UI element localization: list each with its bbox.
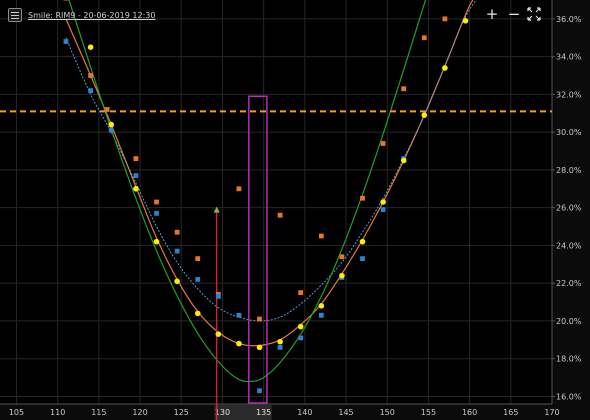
smile-chart-plot[interactable]: 105 110 115 120 125 130 135 140 145 150 155 160 165 1… [0,0,590,420]
data-point-circle [277,338,283,345]
x-tick-label: 160 [462,408,477,417]
y-tick-label: 32.0% [556,90,582,99]
data-point-square [380,141,386,146]
data-point-square [257,388,262,394]
data-point-square [88,73,94,78]
data-point-square [257,316,262,322]
data-point-circle [256,344,263,351]
data-point-square [318,233,324,239]
data-point-square [277,344,283,350]
data-point-square [236,186,242,192]
plus-icon[interactable]: + [484,6,500,22]
data-point-square [380,207,386,212]
y-tick-label: 34.0% [556,53,582,62]
minus-icon[interactable]: − [506,6,522,22]
y-tick-label: 30.0% [556,128,582,137]
data-point-square [236,312,242,318]
data-point-square [360,195,365,201]
x-tick-label: 155 [421,408,436,417]
y-tick-label: 24.0% [556,241,582,250]
data-point-circle [133,185,139,192]
y-tick-label: 22.0% [556,279,582,288]
fit-curve [65,0,477,322]
x-tick-label: 125 [174,408,189,417]
data-point-circle [108,121,115,128]
data-point-square [195,256,201,262]
x-tick-label: 120 [132,408,147,417]
fit-curves [65,0,477,383]
data-point-square [195,277,201,282]
data-point-circle [339,272,345,279]
data-point-square [133,173,139,178]
chart-title[interactable]: Smile: RIM9 - 20-06-2019 12:30 [28,11,155,20]
selection-box-rect [248,95,268,404]
data-point-square [298,290,304,296]
x-tick-label: 165 [503,408,518,417]
data-point-square [421,35,427,41]
data-point-circle [297,323,304,330]
data-point-square [88,88,94,94]
data-point-circle [380,199,386,205]
data-point-square [339,254,345,260]
y-tick-label: 20.0% [556,317,582,326]
data-point-square [154,199,159,205]
data-point-square [63,39,69,44]
y-tick-label: 16.0% [556,392,582,401]
data-point-square [401,86,407,92]
data-point-square [215,293,221,299]
expand-arrows-icon[interactable] [526,6,542,22]
chart-grid [0,0,553,404]
data-point-circle [215,331,222,337]
smile-chart-window: 105 110 115 120 125 130 135 140 145 150 155 160 165 1… [0,0,590,420]
x-tick-label: 145 [338,408,353,417]
x-axis-panel [0,404,590,420]
data-point-circle [421,112,428,118]
data-point-square [133,156,139,161]
x-tick-label: 170 [544,408,559,417]
data-point-square [174,248,180,254]
data-point-square [108,127,114,133]
data-point-circle [236,340,242,347]
data-point-square [360,256,365,262]
y-tick-label: 18.0% [556,355,582,364]
data-point-circle [400,157,407,164]
data-point-square [63,0,69,1]
x-tick-label: 140 [297,408,312,417]
data-point-circle [153,238,160,245]
data-point-circle [462,17,469,24]
x-tick-label: 105 [9,408,24,417]
chart-header: Smile: RIM9 - 20-06-2019 12:30 [8,7,155,23]
data-point-circle [318,303,325,309]
y-tick-label: 28.0% [556,166,582,175]
list-icon[interactable] [8,8,22,22]
strike-marker [213,206,220,420]
y-tick-label: 36.0% [556,15,582,24]
data-point-square [442,16,448,22]
data-point-circle [87,44,94,50]
x-tick-label: 135 [256,408,271,417]
data-point-circle [194,310,201,317]
chart-axes: 105 110 115 120 125 130 135 140 145 150 155 160 165 1… [0,0,590,420]
data-point-square [154,210,159,216]
fit-curve [65,0,474,347]
data-point-square [277,212,283,218]
data-point-circle [442,65,448,71]
x-tick-label: 115 [91,408,106,417]
data-point-square [318,312,324,318]
data-point-circle [174,278,180,285]
y-tick-label: 26.0% [556,204,582,213]
x-tick-label: 110 [50,408,65,417]
data-point-square [104,107,110,112]
data-point-square [174,229,180,235]
selection-box [248,95,268,404]
x-tick-label: 150 [380,408,395,417]
data-point-square [298,335,304,341]
data-point-circle [359,238,366,245]
